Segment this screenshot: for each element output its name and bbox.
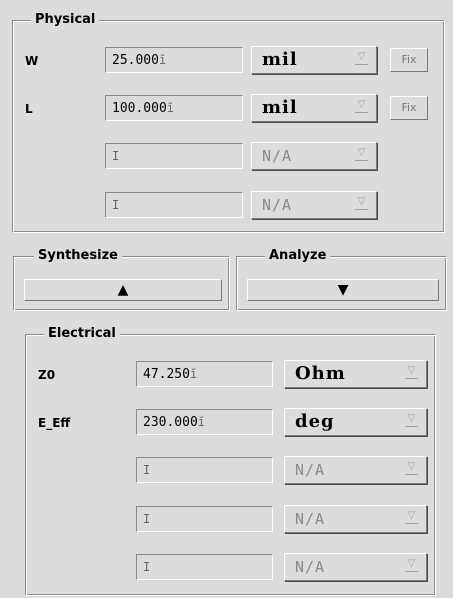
text-cursor-icon: I bbox=[112, 198, 120, 212]
dropdown-arrow-icon: ▽ bbox=[405, 366, 418, 380]
electrical-input-4[interactable]: I bbox=[136, 506, 273, 532]
dropdown-arrow-icon: ▽ bbox=[405, 414, 418, 428]
l-input-value: 100.000 bbox=[112, 101, 167, 116]
electrical-input-3[interactable]: I bbox=[136, 457, 273, 483]
dropdown-arrow-icon: ▽ bbox=[355, 100, 368, 114]
physical-unit-select-3[interactable]: N/A ▽ bbox=[251, 142, 377, 170]
w-fix-button[interactable]: Fix bbox=[390, 48, 428, 72]
physical-input-4[interactable]: I bbox=[105, 192, 243, 218]
z0-input-value: 47.250 bbox=[143, 367, 190, 382]
text-cursor-icon: ĭ bbox=[197, 415, 206, 429]
arrow-down-icon: ▼ bbox=[337, 282, 349, 298]
e-eff-unit-select[interactable]: deg ▽ bbox=[284, 408, 427, 436]
synthesize-group: Synthesize ▲ bbox=[13, 248, 230, 311]
arrow-up-icon: ▲ bbox=[117, 282, 129, 298]
electrical-legend: Electrical bbox=[44, 326, 120, 342]
e-eff-input[interactable]: 230.000ĭ bbox=[136, 409, 273, 435]
text-cursor-icon: ĭ bbox=[158, 53, 167, 67]
synthesize-legend: Synthesize bbox=[34, 248, 122, 264]
text-cursor-icon: I bbox=[143, 560, 151, 574]
dropdown-arrow-icon: ▽ bbox=[405, 559, 418, 573]
z0-unit-select[interactable]: Ohm ▽ bbox=[284, 360, 427, 388]
w-unit-value: mil bbox=[262, 49, 298, 70]
physical-input-3[interactable]: I bbox=[105, 143, 243, 169]
e-eff-input-value: 230.000 bbox=[143, 415, 198, 430]
physical-legend: Physical bbox=[31, 12, 100, 28]
physical-unit-select-4[interactable]: N/A ▽ bbox=[251, 191, 377, 219]
z0-label: Z0 bbox=[38, 368, 56, 382]
analyze-legend: Analyze bbox=[265, 248, 331, 264]
text-cursor-icon: ĭ bbox=[189, 367, 198, 381]
unit-value-3: N/A bbox=[262, 147, 293, 165]
analyze-button[interactable]: ▼ bbox=[247, 279, 439, 301]
text-cursor-icon: I bbox=[143, 463, 151, 477]
l-input[interactable]: 100.000ĭ bbox=[105, 95, 243, 121]
w-input-value: 25.000 bbox=[112, 53, 159, 68]
w-input[interactable]: 25.000ĭ bbox=[105, 47, 243, 73]
unit-value-e4: N/A bbox=[295, 510, 326, 528]
text-cursor-icon: ĭ bbox=[166, 101, 175, 115]
e-eff-unit-value: deg bbox=[295, 411, 335, 432]
synthesize-button[interactable]: ▲ bbox=[24, 279, 222, 301]
dropdown-arrow-icon: ▽ bbox=[355, 52, 368, 66]
electrical-input-5[interactable]: I bbox=[136, 554, 273, 580]
unit-value-4: N/A bbox=[262, 196, 293, 214]
unit-value-e5: N/A bbox=[295, 558, 326, 576]
electrical-unit-select-5[interactable]: N/A ▽ bbox=[284, 553, 427, 581]
l-label: L bbox=[25, 102, 33, 116]
text-cursor-icon: I bbox=[112, 149, 120, 163]
dropdown-arrow-icon: ▽ bbox=[405, 511, 418, 525]
electrical-unit-select-3[interactable]: N/A ▽ bbox=[284, 456, 427, 484]
w-label: W bbox=[25, 54, 39, 68]
unit-value-e3: N/A bbox=[295, 461, 326, 479]
dropdown-arrow-icon: ▽ bbox=[355, 148, 368, 162]
dropdown-arrow-icon: ▽ bbox=[355, 197, 368, 211]
l-unit-value: mil bbox=[262, 97, 298, 118]
text-cursor-icon: I bbox=[143, 512, 151, 526]
w-unit-select[interactable]: mil ▽ bbox=[251, 46, 377, 74]
z0-unit-value: Ohm bbox=[295, 363, 346, 384]
l-fix-button[interactable]: Fix bbox=[390, 96, 428, 120]
physical-group: Physical W 25.000ĭ mil ▽ Fix L 100.000ĭ … bbox=[12, 12, 445, 233]
l-unit-select[interactable]: mil ▽ bbox=[251, 94, 377, 122]
e-eff-label: E_Eff bbox=[38, 416, 71, 430]
dropdown-arrow-icon: ▽ bbox=[405, 462, 418, 476]
electrical-group: Electrical Z0 47.250ĭ Ohm ▽ E_Eff 230.00… bbox=[25, 326, 436, 596]
analyze-group: Analyze ▼ bbox=[236, 248, 447, 311]
z0-input[interactable]: 47.250ĭ bbox=[136, 361, 273, 387]
electrical-unit-select-4[interactable]: N/A ▽ bbox=[284, 505, 427, 533]
